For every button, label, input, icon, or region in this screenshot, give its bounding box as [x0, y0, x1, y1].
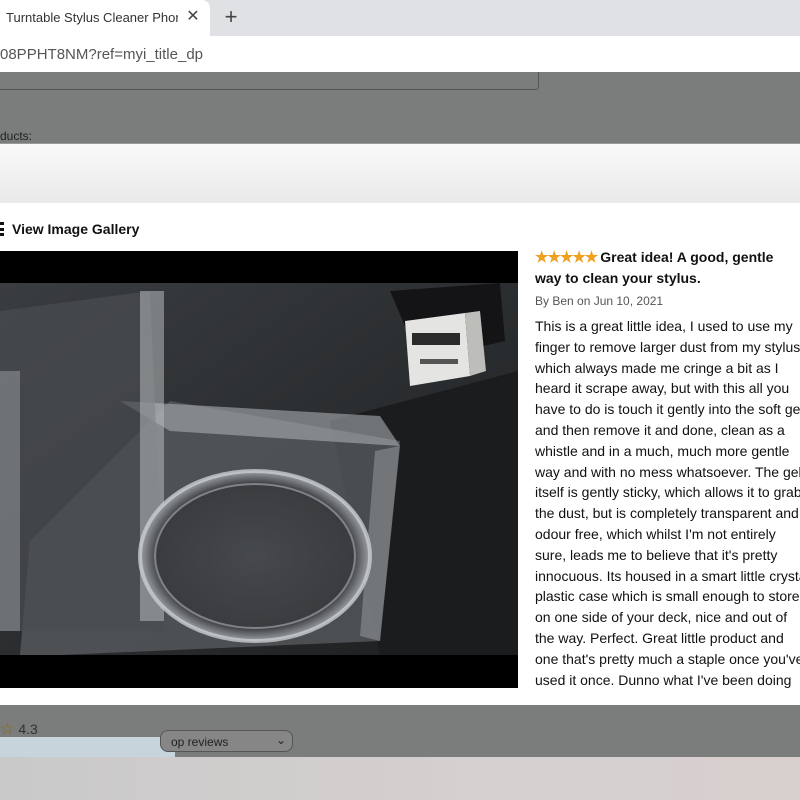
- rating-value: 4.3: [18, 721, 38, 737]
- review-body-line: used it once. Dunno what I've been doing: [535, 671, 792, 688]
- tab-title: Turntable Stylus Cleaner Phono: [6, 10, 178, 25]
- footer-strip: [0, 757, 800, 800]
- bottom-panel: [0, 737, 175, 759]
- review-body: This is a great little idea, I used to u…: [535, 316, 800, 690]
- address-bar[interactable]: 08PPHT8NM?ref=myi_title_dp: [0, 36, 800, 72]
- rating-summary: ☆ 4.3: [0, 719, 38, 739]
- view-image-gallery-link[interactable]: View Image Gallery: [0, 219, 139, 239]
- url-text[interactable]: 08PPHT8NM?ref=myi_title_dp: [0, 46, 203, 63]
- tab-strip: Turntable Stylus Cleaner Phono ✕ +: [0, 0, 800, 36]
- gallery-label: View Image Gallery: [12, 221, 140, 237]
- review-photo[interactable]: [0, 251, 518, 688]
- review-body-line: plastic case which is small enough to st…: [535, 588, 800, 605]
- browser-tab[interactable]: Turntable Stylus Cleaner Phono ✕: [0, 0, 210, 36]
- review-body-line: sure, leads me to believe that it's pret…: [535, 546, 778, 563]
- star-icon: ☆: [0, 721, 15, 738]
- review-body-line: innocuous. Its housed in a smart little …: [535, 567, 800, 584]
- sort-dropdown[interactable]: op reviews ⌄: [160, 730, 293, 752]
- review-body-line: This is a great little idea, I used to u…: [535, 318, 793, 334]
- close-icon[interactable]: ✕: [185, 9, 201, 25]
- review-body-line: the way. Perfect. Great little product a…: [535, 629, 784, 646]
- sort-dropdown-value: op reviews: [171, 735, 229, 749]
- chevron-down-icon: ⌄: [275, 733, 286, 747]
- review-body-line: finger to remove larger dust from my sty…: [535, 338, 800, 355]
- review-body-line: itself is gently sticky, which allows it…: [535, 484, 800, 501]
- review-body-line: have to do is touch it gently into the s…: [535, 401, 800, 418]
- review-heading: ★★★★★ Great idea! A good, gentle way to c…: [535, 247, 800, 289]
- review-body-line: and then remove it and done, clean as a: [535, 421, 785, 438]
- review-image-modal: View Image Gallery ★★★★★ Great idea! A g…: [0, 203, 800, 705]
- grid-icon: [0, 222, 5, 236]
- review-body-line: on one side of your deck, nice and out o…: [535, 609, 788, 626]
- products-label: ducts:: [0, 129, 33, 143]
- page-input-box: [0, 72, 539, 90]
- review-body-line: one that's pretty much a staple once you…: [535, 650, 800, 667]
- review-byline: By Ben on Jun 10, 2021: [535, 294, 664, 308]
- review-body-line: the dust, but is completely transparent …: [535, 505, 799, 522]
- product-photo: [0, 251, 518, 688]
- review-body-line: odour free, which whilst I'm not entirel…: [535, 525, 776, 542]
- plus-icon[interactable]: +: [220, 6, 242, 28]
- star-rating-icon: ★★★★★: [535, 249, 598, 266]
- review-panel: ★★★★★ Great idea! A good, gentle way to c…: [535, 247, 800, 690]
- review-body-line: whistle and in a much, much more gentle: [535, 442, 790, 459]
- modal-header-band: [0, 143, 800, 203]
- review-body-line: which always made me cringe a bit as I: [535, 359, 779, 376]
- review-body-line: way and with no mess whatsoever. The gel: [535, 463, 800, 480]
- review-body-line: heard it scrape away, but with this all …: [535, 380, 790, 397]
